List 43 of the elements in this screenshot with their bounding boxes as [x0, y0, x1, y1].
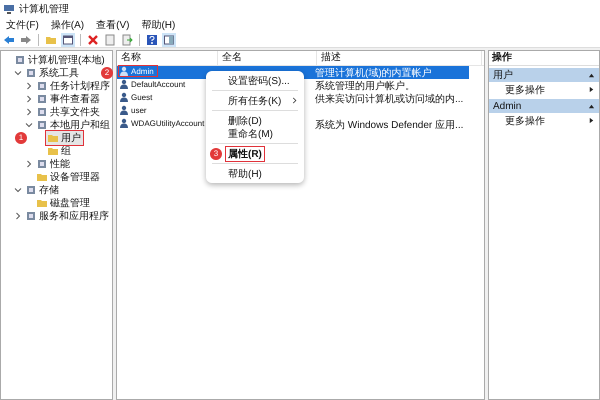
column-header[interactable]: 全名 — [218, 51, 317, 65]
user-name[interactable]: Admin — [119, 66, 157, 76]
tree-item[interactable]: 服务和应用程序 — [24, 208, 111, 222]
tree-item[interactable]: 任务计划程序 — [35, 78, 112, 92]
step-badge: 3 — [210, 148, 222, 160]
action-link[interactable]: 更多操作 — [489, 113, 599, 128]
menu-item[interactable]: 设置密码(S)... — [206, 74, 304, 87]
menu-item[interactable]: 3 属性(R) — [206, 147, 304, 160]
user-name[interactable]: WDAGUtilityAccount — [119, 118, 208, 128]
tree-item[interactable]: 组 — [46, 144, 73, 158]
menu-item[interactable]: 查看(V) — [95, 18, 130, 32]
menu-item[interactable]: 删除(D) — [206, 114, 304, 127]
step-badge: 1 — [15, 132, 27, 144]
tree-item[interactable]: 设备管理器 — [35, 170, 102, 184]
tree-item[interactable]: 存储 — [24, 182, 61, 196]
section-header[interactable]: Admin — [489, 99, 599, 113]
user-name[interactable]: Guest — [119, 92, 156, 102]
tree-item[interactable]: 计算机管理(本地) — [13, 52, 107, 66]
user-name[interactable]: user — [119, 105, 150, 115]
tree-item[interactable]: 性能 — [35, 156, 72, 170]
menu-item[interactable]: 帮助(H) — [140, 18, 176, 32]
tree-item[interactable]: 本地用户和组 — [35, 118, 112, 132]
table-cell: 管理计算机(域)的内置帐户 — [315, 68, 432, 78]
menu-item[interactable]: 操作(A) — [50, 18, 86, 32]
table-cell: 系统为 Windows Defender 应用... — [315, 120, 464, 130]
column-header[interactable]: 描述 — [317, 51, 482, 65]
user-name[interactable]: DefaultAccount — [119, 79, 188, 89]
action-link[interactable]: 更多操作 — [489, 82, 599, 97]
actions-title: 操作 — [489, 51, 599, 66]
tree-item[interactable]: 系统工具 — [24, 66, 81, 80]
table-cell: 供来宾访问计算机或访问域的内... — [315, 94, 464, 104]
menu-item[interactable]: 帮助(H) — [206, 167, 304, 180]
tree-item[interactable]: 磁盘管理 — [35, 196, 92, 210]
tree-item[interactable]: 事件查看器 — [35, 92, 102, 106]
table-cell: 系统管理的用户帐户。 — [315, 80, 415, 92]
section-header[interactable]: 用户 — [489, 68, 599, 82]
menu-item[interactable]: 所有任务(K) — [206, 94, 304, 107]
menu-item[interactable]: 重命名(M) — [206, 127, 304, 140]
column-header[interactable]: 名称 — [117, 51, 218, 65]
tree-item[interactable]: 用户 — [46, 130, 83, 144]
tree-item[interactable]: 共享文件夹 — [35, 104, 102, 118]
window-title: 计算机管理 — [19, 2, 69, 16]
menu-item[interactable]: 文件(F) — [5, 18, 40, 32]
